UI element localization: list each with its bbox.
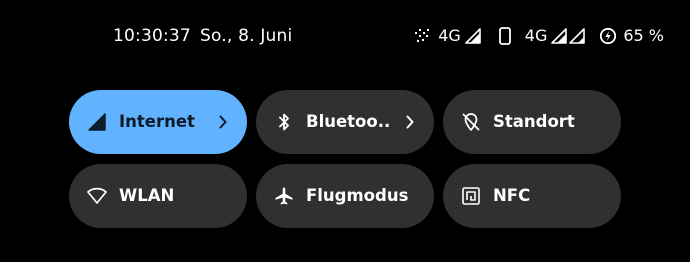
date: So., 8. Juni — [200, 26, 293, 46]
tile-wlan[interactable]: WLAN — [69, 164, 247, 228]
signal-icon — [551, 28, 568, 44]
phone-icon — [498, 27, 511, 45]
tile-label: Flugmodus — [306, 186, 409, 205]
signal-icon — [464, 28, 481, 44]
sim1-network-type: 4G — [438, 26, 461, 45]
tile-bluetooth[interactable]: Bluetoo.. — [256, 90, 434, 154]
chevron-right-icon — [215, 114, 231, 130]
clock: 10:30:37 — [113, 26, 191, 46]
status-bar: 10:30:37 So., 8. Juni 4G 4G 65 % — [0, 0, 690, 72]
tile-nfc[interactable]: NFC — [443, 164, 621, 228]
tile-label: Standort — [493, 112, 575, 131]
tile-label: Bluetoo.. — [306, 112, 391, 131]
chevron-right-icon — [402, 114, 418, 130]
tile-label: WLAN — [119, 186, 175, 205]
nfc-icon — [461, 186, 481, 206]
wifi-icon — [87, 186, 107, 206]
airplane-icon — [274, 186, 294, 206]
status-icons: 4G 4G 65 % — [413, 24, 664, 48]
cellular-signal-icon — [87, 112, 107, 132]
signal-icon — [569, 28, 586, 44]
location-off-icon — [461, 112, 481, 132]
tile-internet[interactable]: Internet — [69, 90, 247, 154]
tile-label: Internet — [119, 112, 195, 131]
tile-airplane-mode[interactable]: Flugmodus — [256, 164, 434, 228]
quick-settings-grid: Internet Bluetoo.. Standort WLAN Flugmod… — [69, 90, 621, 228]
bluetooth-icon — [274, 112, 294, 132]
sim2-network-type: 4G — [524, 26, 548, 45]
battery-percent: 65 % — [623, 26, 664, 45]
battery-saver-icon — [599, 27, 617, 45]
data-saver-icon — [413, 26, 433, 46]
tile-label: NFC — [493, 186, 531, 205]
tile-location[interactable]: Standort — [443, 90, 621, 154]
